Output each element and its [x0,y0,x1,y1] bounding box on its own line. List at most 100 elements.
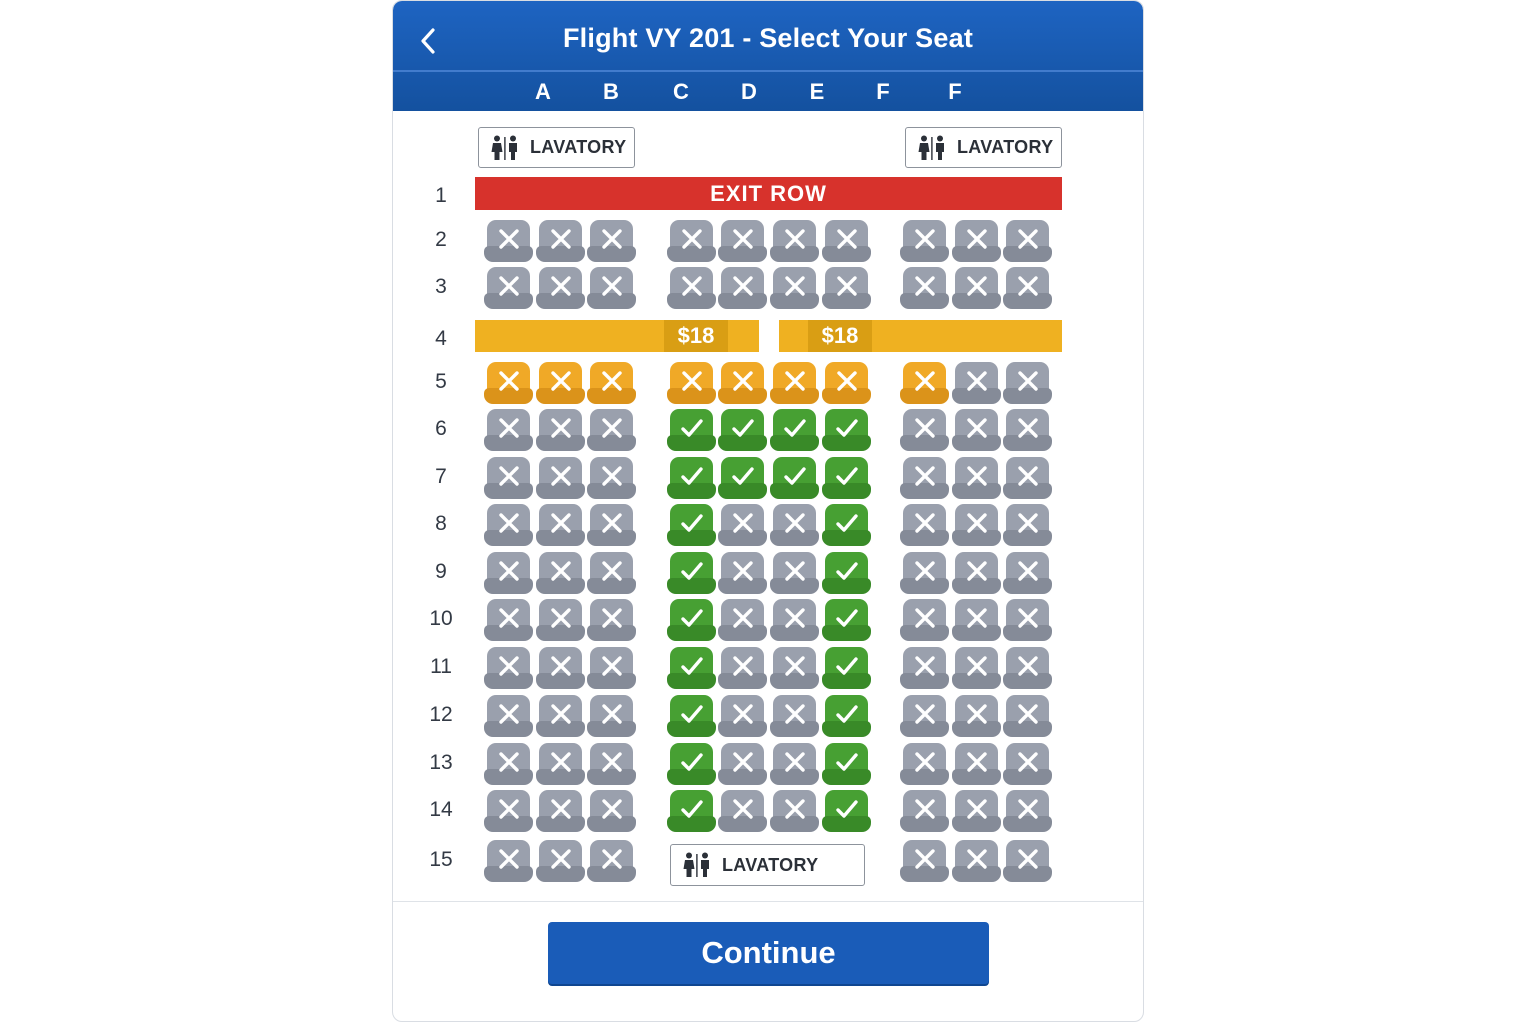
seat-occupied [1003,220,1052,262]
x-mark-icon [770,791,819,827]
seat-occupied [952,552,1001,594]
seat-occupied [900,790,949,832]
x-mark-icon [536,553,585,589]
checkmark-icon [667,505,716,541]
seat-available[interactable] [822,457,871,499]
checkmark-icon [822,505,871,541]
seat-occupied [536,695,585,737]
checkmark-icon [667,791,716,827]
seat-available[interactable] [770,409,819,451]
seat-premium [536,362,585,404]
seat-available[interactable] [667,695,716,737]
x-mark-icon [718,363,767,399]
checkmark-icon [667,458,716,494]
seat-available[interactable] [822,790,871,832]
x-mark-icon [587,744,636,780]
seat-occupied [667,267,716,309]
seat-occupied [900,695,949,737]
seat-occupied [1003,599,1052,641]
x-mark-icon [536,221,585,257]
seat-available[interactable] [667,599,716,641]
seat-available[interactable] [822,552,871,594]
seat-available[interactable] [667,647,716,689]
seat-available[interactable] [667,552,716,594]
seat-occupied [900,647,949,689]
lavatory-front-left: LAVATORY [478,127,635,168]
seat-available[interactable] [822,647,871,689]
seat-occupied [1003,695,1052,737]
seat-occupied [952,647,1001,689]
continue-button[interactable]: Continue [548,922,989,984]
seat-occupied [484,267,533,309]
x-mark-icon [484,744,533,780]
seat-occupied [718,647,767,689]
seat-available[interactable] [667,457,716,499]
x-mark-icon [1003,410,1052,446]
seat-occupied [900,267,949,309]
seat-occupied [952,840,1001,882]
seat-occupied [536,599,585,641]
seat-available[interactable] [667,743,716,785]
seat-available[interactable] [822,409,871,451]
lavatory-label: LAVATORY [530,137,627,157]
seat-occupied [587,840,636,882]
seat-occupied [770,647,819,689]
seat-occupied [484,743,533,785]
checkmark-icon [770,410,819,446]
seat-occupied [770,552,819,594]
seat-occupied [718,267,767,309]
x-mark-icon [900,744,949,780]
x-mark-icon [952,221,1001,257]
x-mark-icon [484,791,533,827]
seat-occupied [952,743,1001,785]
x-mark-icon [484,648,533,684]
seat-available[interactable] [822,695,871,737]
seat-occupied [900,599,949,641]
x-mark-icon [900,505,949,541]
x-mark-icon [484,600,533,636]
seat-available[interactable] [667,409,716,451]
seat-available[interactable] [667,504,716,546]
x-mark-icon [770,221,819,257]
x-mark-icon [952,841,1001,877]
x-mark-icon [718,221,767,257]
x-mark-icon [536,505,585,541]
checkmark-icon [822,458,871,494]
seat-available[interactable] [667,790,716,832]
checkmark-icon [822,696,871,732]
x-mark-icon [718,648,767,684]
seat-occupied [900,220,949,262]
x-mark-icon [484,696,533,732]
seat-occupied [822,220,871,262]
seat-occupied [718,790,767,832]
x-mark-icon [770,648,819,684]
checkmark-icon [667,600,716,636]
seat-occupied [587,552,636,594]
x-mark-icon [484,363,533,399]
seat-available[interactable] [822,504,871,546]
seat-occupied [952,409,1001,451]
lavatory-rear: LAVATORY [670,844,865,886]
x-mark-icon [952,458,1001,494]
seat-available[interactable] [822,599,871,641]
row-number: 8 [435,512,447,535]
x-mark-icon [536,600,585,636]
x-mark-icon [770,553,819,589]
x-mark-icon [587,363,636,399]
row-number: 14 [429,798,453,821]
restroom-icon [918,135,944,160]
seat-occupied [718,220,767,262]
seat-occupied [952,599,1001,641]
checkmark-icon [718,458,767,494]
seat-available[interactable] [822,743,871,785]
seat-available[interactable] [770,457,819,499]
x-mark-icon [587,458,636,494]
seat-occupied [952,362,1001,404]
seat-available[interactable] [718,457,767,499]
x-mark-icon [900,648,949,684]
checkmark-icon [822,648,871,684]
seat-occupied [484,409,533,451]
seat-available[interactable] [718,409,767,451]
seat-occupied [952,220,1001,262]
x-mark-icon [484,221,533,257]
